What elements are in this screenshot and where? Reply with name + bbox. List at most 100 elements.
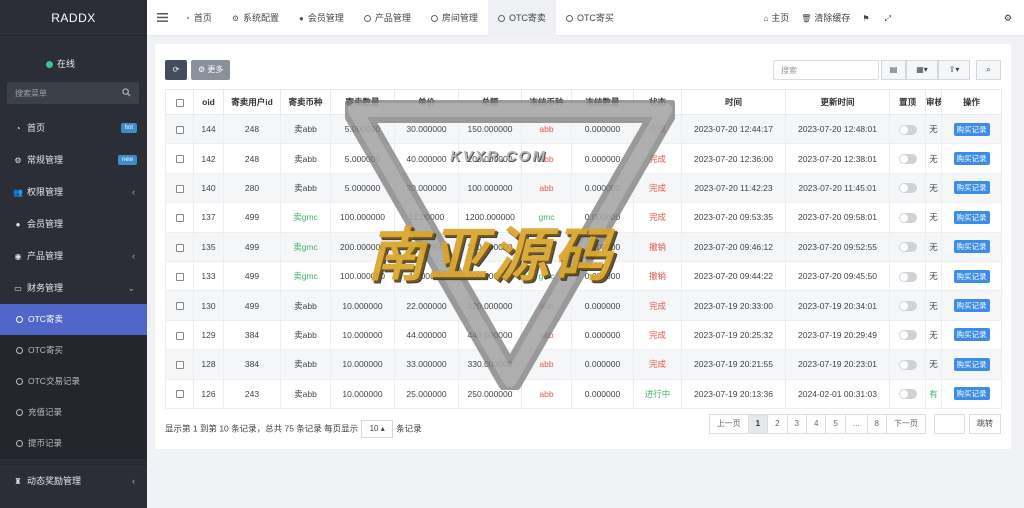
col-updated[interactable]: 更新时间 <box>785 89 890 115</box>
row-select-cell[interactable] <box>165 319 194 351</box>
sidebar-item-otc-sell[interactable]: OTC寄卖 <box>0 304 147 335</box>
sidebar-item-general[interactable]: ⚙ 常规管理 new <box>0 144 147 176</box>
sidebar-item-otc-buy[interactable]: OTC寄买 <box>0 335 147 366</box>
sidebar-item-otc-trades[interactable]: OTC交易记录 <box>0 366 147 397</box>
purchase-record-button[interactable]: 购买记录 <box>953 269 990 283</box>
row-checkbox[interactable] <box>175 214 184 223</box>
col-coin[interactable]: 寄卖币种 <box>280 89 331 115</box>
sidebar-item-member[interactable]: ● 会员管理 <box>0 208 147 240</box>
col-total[interactable]: 总额 <box>458 89 522 115</box>
page-size-select[interactable]: 10 ▴ <box>361 420 394 438</box>
top-toggle[interactable] <box>898 389 917 400</box>
toggle-view-button[interactable]: ▤ <box>881 60 906 80</box>
top-toggle[interactable] <box>898 242 917 253</box>
top-toggle[interactable] <box>898 271 917 282</box>
fullscreen-button[interactable]: ⤢ <box>879 0 900 36</box>
refresh-button[interactable]: ⟳ <box>165 60 187 80</box>
row-checkbox[interactable] <box>175 184 184 193</box>
row-select-cell[interactable] <box>165 143 194 174</box>
col-frozen-qty[interactable]: 冻结数量 <box>571 89 634 115</box>
top-toggle[interactable] <box>898 124 917 135</box>
purchase-record-button[interactable]: 购买记录 <box>953 357 990 371</box>
row-checkbox[interactable] <box>175 272 184 281</box>
more-button[interactable]: ⚙ 更多 <box>191 60 231 80</box>
row-checkbox[interactable] <box>175 302 184 311</box>
row-checkbox[interactable] <box>175 155 184 164</box>
purchase-record-button[interactable]: 购买记录 <box>953 122 990 136</box>
row-checkbox[interactable] <box>175 125 184 134</box>
purchase-record-button[interactable]: 购买记录 <box>953 328 990 342</box>
purchase-record-button[interactable]: 购买记录 <box>953 181 990 195</box>
sidebar-item-recharge[interactable]: 充值记录 <box>0 397 147 428</box>
col-time[interactable]: 时间 <box>681 89 786 115</box>
col-price[interactable]: 单价 <box>394 89 459 115</box>
language-button[interactable]: ⚑ <box>856 0 878 36</box>
row-checkbox[interactable] <box>175 243 184 252</box>
row-checkbox[interactable] <box>175 331 184 340</box>
row-select-cell[interactable] <box>165 349 194 380</box>
col-audit[interactable]: 审核 <box>925 89 942 115</box>
sidebar-item-product[interactable]: ◉ 产品管理 ‹ <box>0 240 147 272</box>
sidebar-item-home[interactable]: ◔ 首页 hot <box>0 112 147 144</box>
prev-page-button[interactable]: 上一页 <box>708 414 749 434</box>
page-1[interactable]: 1 <box>747 414 769 434</box>
page-2[interactable]: 2 <box>767 414 788 434</box>
row-select-cell[interactable] <box>165 378 194 409</box>
next-page-button[interactable]: 下一页 <box>886 414 926 434</box>
purchase-record-button[interactable]: 购买记录 <box>953 240 990 254</box>
top-toggle[interactable] <box>898 330 917 341</box>
page-jump-button[interactable]: 跳转 <box>969 414 1001 434</box>
top-toggle[interactable] <box>898 153 917 164</box>
page-4[interactable]: 4 <box>805 414 827 434</box>
tab-system-config[interactable]: ⚙ 系统配置 <box>222 0 289 36</box>
sidebar-item-permission[interactable]: 👥 权限管理 ‹ <box>0 176 147 208</box>
sidebar-item-withdraw[interactable]: 提币记录 <box>0 428 147 459</box>
export-button[interactable]: ⇪▾ <box>938 60 970 80</box>
col-status[interactable]: 状态 <box>633 89 682 115</box>
home-link[interactable]: ⌂ 主页 <box>757 0 795 36</box>
row-checkbox[interactable] <box>175 390 184 399</box>
row-select-cell[interactable] <box>165 202 194 233</box>
search-toggle-button[interactable]: ⌕ <box>976 60 1001 80</box>
page-5[interactable]: 5 <box>825 414 846 434</box>
tab-home[interactable]: ◔ 首页 <box>175 0 222 36</box>
menu-toggle-icon[interactable] <box>157 12 168 23</box>
col-oid[interactable]: oid <box>193 89 224 115</box>
tab-product[interactable]: 产品管理 <box>354 0 421 36</box>
tab-member[interactable]: ● 会员管理 <box>289 0 354 36</box>
col-frozen-coin[interactable]: 冻结币种 <box>521 89 572 115</box>
top-toggle[interactable] <box>898 212 917 223</box>
top-toggle[interactable] <box>898 183 917 194</box>
row-select-cell[interactable] <box>165 260 194 292</box>
row-select-cell[interactable] <box>165 290 194 321</box>
columns-button[interactable]: ▦▾ <box>906 60 938 80</box>
row-select-cell[interactable] <box>165 231 194 262</box>
sidebar-item-finance[interactable]: ▭ 财务管理 ⌄ <box>0 272 147 304</box>
purchase-record-button[interactable]: 购买记录 <box>953 299 990 313</box>
page-3[interactable]: 3 <box>786 414 807 434</box>
page-8[interactable]: 8 <box>866 414 887 434</box>
row-select-cell[interactable] <box>165 172 194 204</box>
top-toggle[interactable] <box>898 359 917 370</box>
sidebar-search-input[interactable] <box>7 82 115 104</box>
clear-cache-button[interactable]: 🗑 清除缓存 <box>795 0 856 36</box>
row-checkbox[interactable] <box>175 361 184 370</box>
sidebar-item-reward[interactable]: ♜ 动态奖励管理 ‹ <box>0 464 147 496</box>
purchase-record-button[interactable]: 购买记录 <box>953 152 990 166</box>
purchase-record-button[interactable]: 购买记录 <box>953 387 990 401</box>
select-all-cell[interactable] <box>165 89 194 115</box>
search-icon[interactable] <box>122 88 131 97</box>
top-toggle[interactable] <box>898 300 917 311</box>
col-qty[interactable]: 寄卖数量 <box>330 89 395 115</box>
row-select-cell[interactable] <box>165 113 194 145</box>
tab-room[interactable]: 房间管理 <box>421 0 488 36</box>
tab-otc-sell[interactable]: OTC寄卖 <box>487 0 556 36</box>
col-top[interactable]: 置顶 <box>889 89 926 115</box>
purchase-record-button[interactable]: 购买记录 <box>953 210 990 224</box>
col-user-id[interactable]: 寄卖用户id <box>223 89 281 115</box>
tab-otc-buy[interactable]: OTC寄买 <box>556 0 624 36</box>
select-all-checkbox[interactable] <box>175 98 184 107</box>
page-jump-input[interactable] <box>934 414 965 434</box>
settings-gear-icon[interactable]: ⚙ <box>1004 13 1012 24</box>
table-search-input[interactable] <box>773 60 879 80</box>
